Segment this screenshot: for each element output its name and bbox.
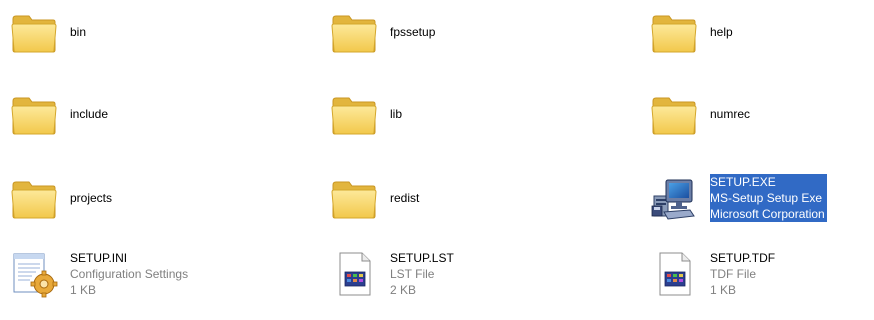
file-item-setup-tdf[interactable]: SETUP.TDF TDF File 1 KB (640, 242, 874, 306)
item-name: include (70, 107, 109, 121)
folder-item-lib[interactable]: lib (320, 82, 620, 146)
item-name: redist (390, 191, 420, 205)
folder-icon (10, 174, 58, 222)
folder-item-projects[interactable]: projects (0, 166, 300, 230)
file-tile-view: bin fpssetup help include lib numrec pro… (0, 0, 874, 320)
folder-icon (650, 8, 698, 56)
folder-item-numrec[interactable]: numrec (640, 82, 874, 146)
folder-icon (330, 174, 378, 222)
item-name: bin (70, 25, 87, 39)
folder-icon (10, 90, 58, 138)
item-name: numrec (710, 107, 751, 121)
folder-icon (330, 8, 378, 56)
item-name: SETUP.INI (70, 251, 128, 265)
folder-icon (10, 8, 58, 56)
setup-computer-icon (650, 174, 698, 222)
file-item-setup-lst[interactable]: SETUP.LST LST File 2 KB (320, 242, 620, 306)
item-size: 1 KB (710, 283, 737, 297)
file-item-setup-exe[interactable]: SETUP.EXE MS-Setup Setup Exe Microsoft C… (640, 166, 874, 230)
folder-item-fpssetup[interactable]: fpssetup (320, 0, 620, 64)
folder-item-bin[interactable]: bin (0, 0, 300, 64)
item-name: SETUP.TDF (710, 251, 776, 265)
item-name: help (710, 25, 733, 39)
folder-item-help[interactable]: help (640, 0, 874, 64)
folder-icon (330, 90, 378, 138)
item-name: SETUP.LST (390, 251, 454, 265)
document-icon (650, 250, 698, 298)
item-size: 2 KB (390, 283, 417, 297)
item-type: MS-Setup Setup Exe (710, 190, 827, 206)
item-type: TDF File (710, 267, 756, 281)
item-name: lib (390, 107, 403, 121)
file-item-setup-ini[interactable]: SETUP.INI Configuration Settings 1 KB (0, 242, 300, 306)
item-name: fpssetup (390, 25, 436, 39)
folder-icon (650, 90, 698, 138)
document-icon (330, 250, 378, 298)
folder-item-redist[interactable]: redist (320, 166, 620, 230)
config-settings-icon (10, 250, 58, 298)
item-type: Configuration Settings (70, 267, 189, 281)
item-name: SETUP.EXE (710, 174, 827, 190)
folder-item-include[interactable]: include (0, 82, 300, 146)
item-size: 1 KB (70, 283, 97, 297)
item-type: LST File (390, 267, 435, 281)
item-company: Microsoft Corporation (710, 206, 827, 222)
item-name: projects (70, 191, 113, 205)
